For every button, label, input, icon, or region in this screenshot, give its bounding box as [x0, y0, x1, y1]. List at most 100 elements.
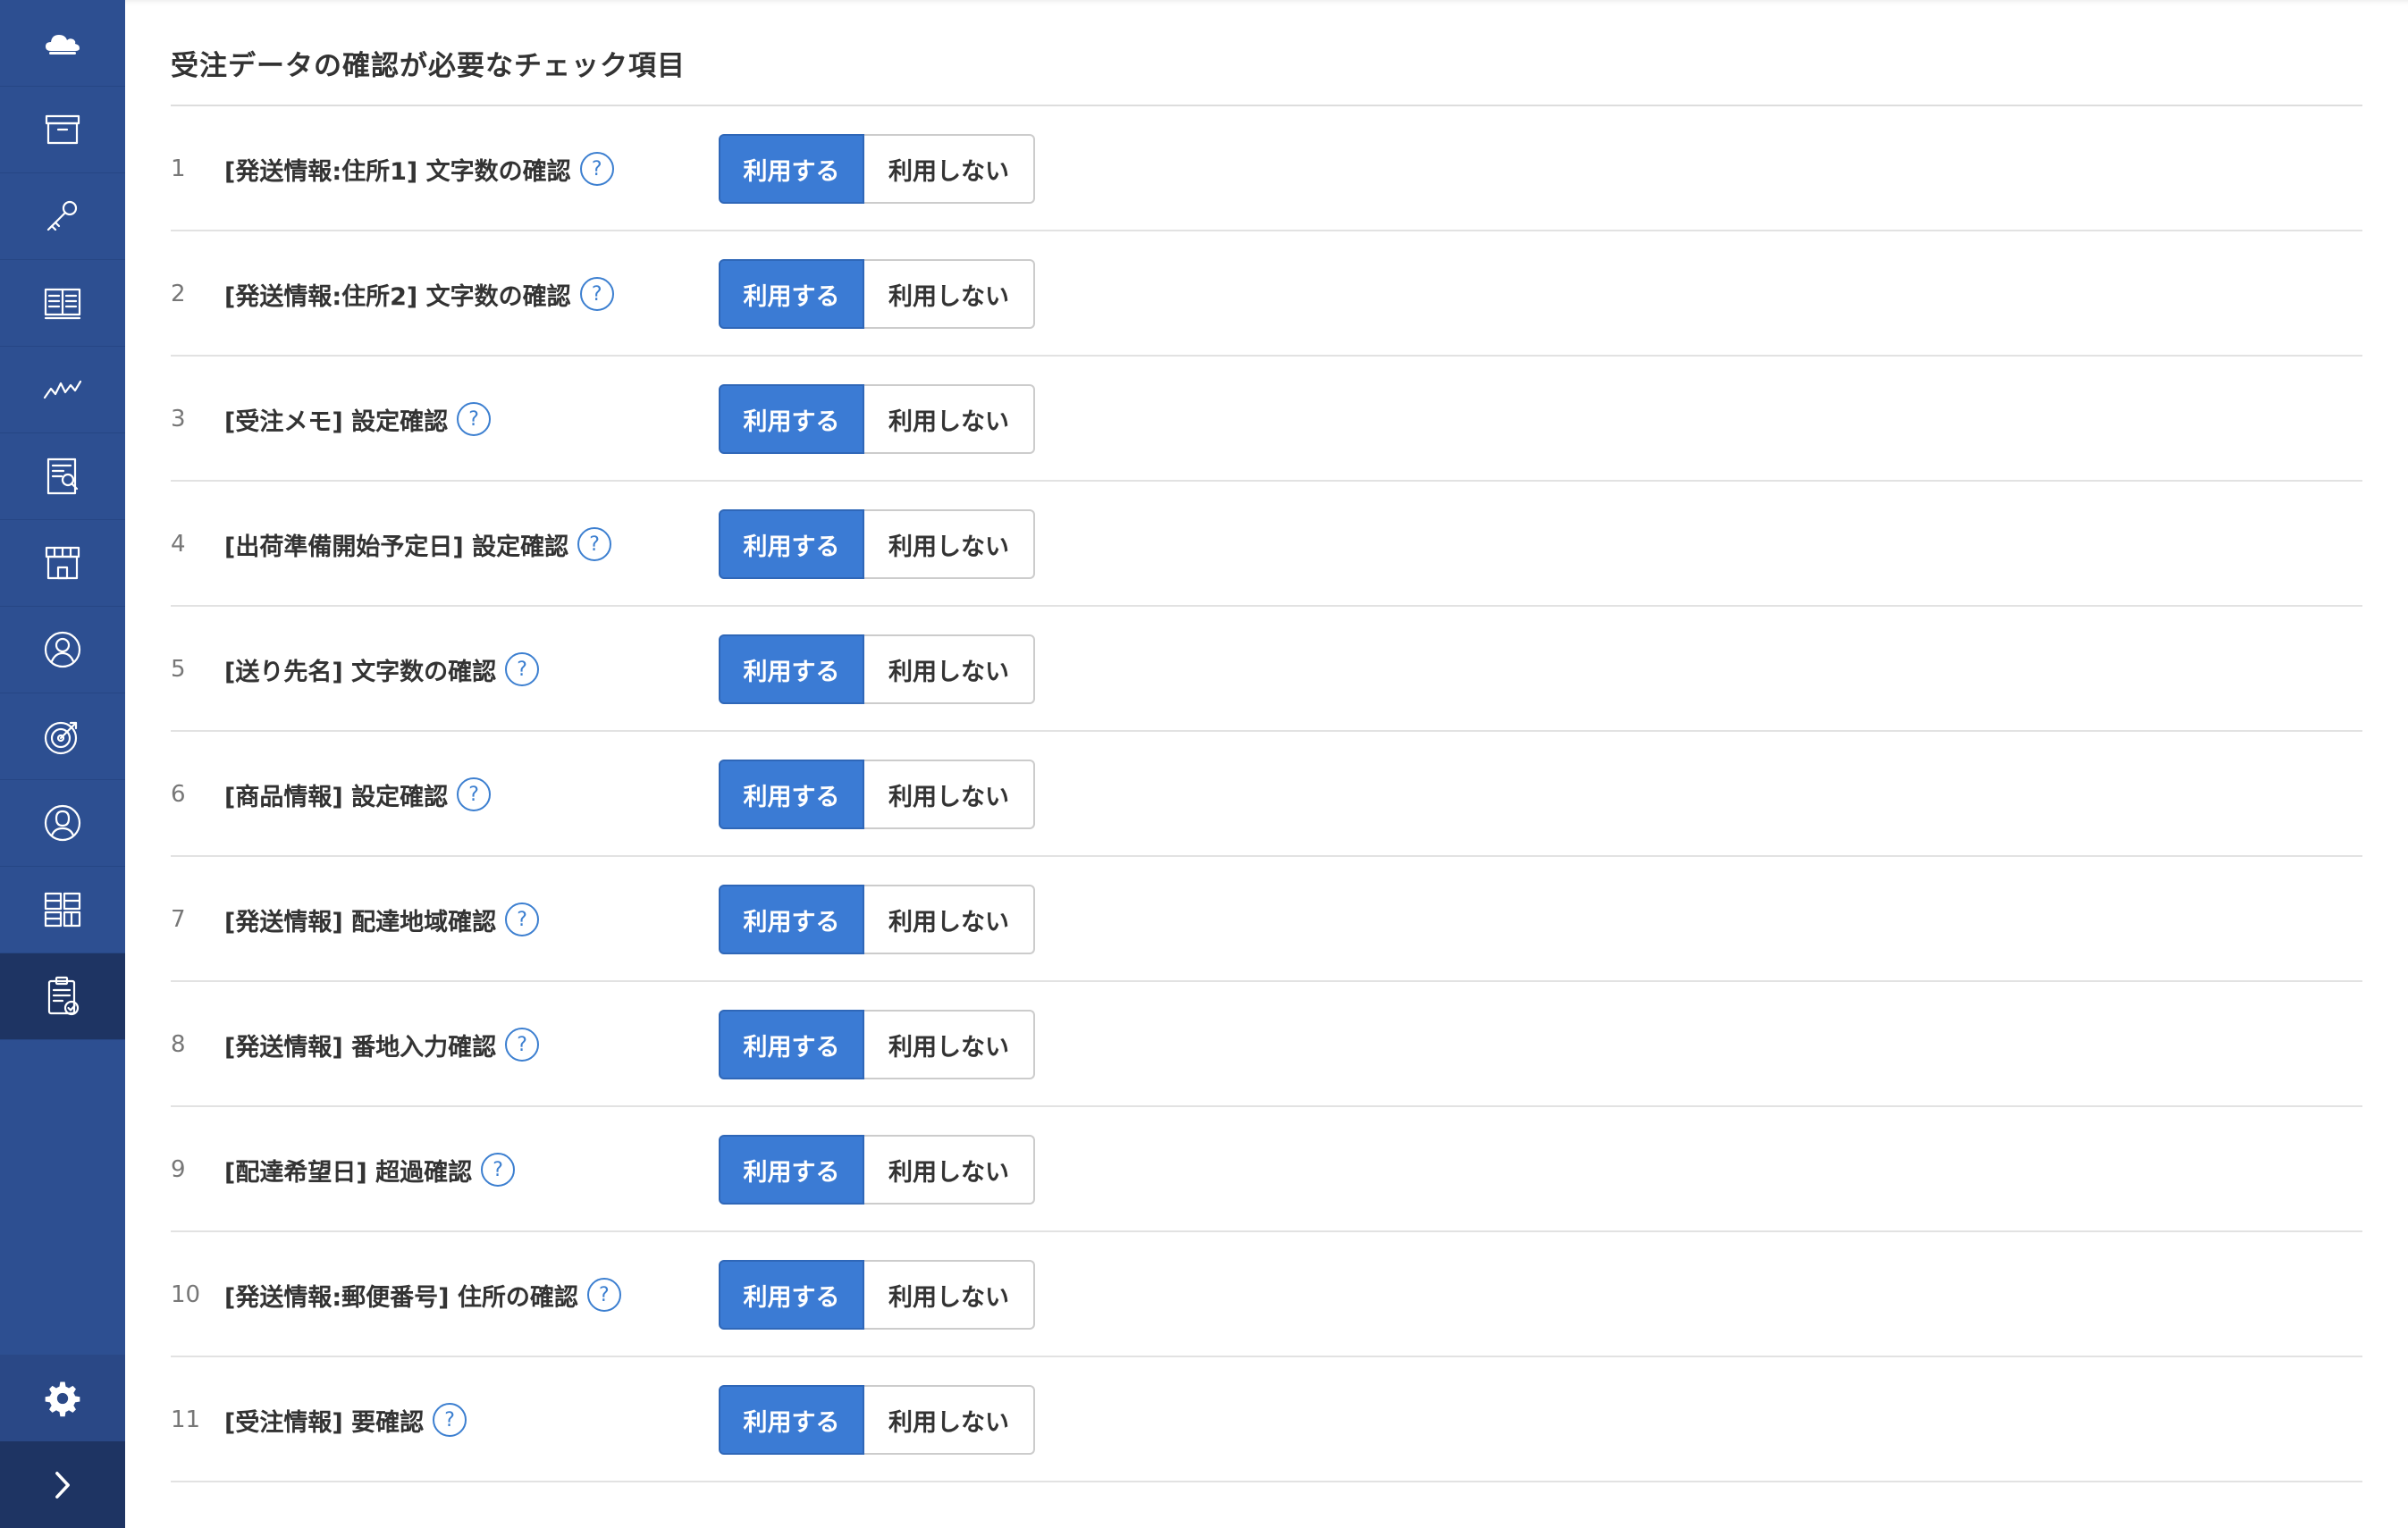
help-icon[interactable]: ?	[579, 277, 614, 311]
not-use-button[interactable]: 利用しない	[864, 1010, 1035, 1079]
sidebar-item-cloud[interactable]	[0, 0, 125, 87]
row-number: 8	[171, 1031, 186, 1058]
key-icon	[46, 200, 78, 231]
row-label-wrap: [送り先名] 文字数の確認?	[224, 607, 540, 732]
check-item-label: [出荷準備開始予定日] 設定確認	[224, 533, 569, 561]
check-item-row: 8 [発送情報] 番地入力確認? 利用する 利用しない	[171, 982, 2362, 1107]
use-button[interactable]: 利用する	[719, 134, 864, 204]
gear-icon	[45, 1381, 80, 1416]
use-button[interactable]: 利用する	[719, 509, 864, 579]
not-use-button[interactable]: 利用しない	[864, 634, 1035, 704]
not-use-button[interactable]: 利用しない	[864, 760, 1035, 829]
use-toggle: 利用する 利用しない	[719, 259, 1035, 329]
sidebar-item-archive[interactable]	[0, 87, 125, 173]
check-item-label: [発送情報:郵便番号] 住所の確認	[224, 1283, 578, 1312]
use-toggle: 利用する 利用しない	[719, 1135, 1035, 1205]
row-label-wrap: [発送情報:住所2] 文字数の確認?	[224, 231, 614, 357]
app-root: 受注データの確認が必要なチェック項目 1 [発送情報:住所1] 文字数の確認? 利用…	[0, 0, 2408, 1528]
use-toggle: 利用する 利用しない	[719, 1010, 1035, 1079]
grid-icon	[44, 892, 81, 928]
check-item-row: 9 [配達希望日] 超過確認? 利用する 利用しない	[171, 1107, 2362, 1232]
check-item-row: 10 [発送情報:郵便番号] 住所の確認? 利用する 利用しない	[171, 1232, 2362, 1357]
row-number: 4	[171, 531, 186, 558]
sidebar-item-order-check[interactable]	[0, 953, 125, 1040]
main-content: 受注データの確認が必要なチェック項目 1 [発送情報:住所1] 文字数の確認? 利用…	[125, 0, 2408, 1528]
check-item-row: 2 [発送情報:住所2] 文字数の確認? 利用する 利用しない	[171, 231, 2362, 357]
check-item-label: [受注情報] 要確認	[224, 1408, 425, 1437]
row-number: 11	[171, 1406, 201, 1433]
sidebar-item-analytics[interactable]	[0, 347, 125, 433]
use-button[interactable]: 利用する	[719, 259, 864, 329]
use-button[interactable]: 利用する	[719, 1385, 864, 1455]
use-button[interactable]: 利用する	[719, 760, 864, 829]
expand-sidebar-button[interactable]	[0, 1441, 125, 1528]
row-label-wrap: [発送情報] 番地入力確認?	[224, 982, 540, 1107]
help-icon[interactable]: ?	[586, 1278, 621, 1312]
page-title: 受注データの確認が必要なチェック項目	[171, 50, 686, 82]
check-item-label: [商品情報] 設定確認	[224, 783, 449, 811]
check-item-row: 11 [受注情報] 要確認? 利用する 利用しない	[171, 1357, 2362, 1482]
use-toggle: 利用する 利用しない	[719, 634, 1035, 704]
not-use-button[interactable]: 利用しない	[864, 1135, 1035, 1205]
use-button[interactable]: 利用する	[719, 885, 864, 954]
check-item-label: [配達希望日] 超過確認	[224, 1158, 473, 1187]
book-icon	[44, 288, 81, 320]
not-use-button[interactable]: 利用しない	[864, 509, 1035, 579]
row-label-wrap: [受注情報] 要確認?	[224, 1357, 467, 1482]
check-item-label: [発送情報:住所1] 文字数の確認	[224, 157, 571, 186]
row-label-wrap: [発送情報:住所1] 文字数の確認?	[224, 106, 614, 231]
help-icon[interactable]: ?	[505, 1028, 540, 1062]
row-number: 1	[171, 155, 186, 182]
use-toggle: 利用する 利用しない	[719, 1260, 1035, 1330]
use-button[interactable]: 利用する	[719, 1260, 864, 1330]
row-number: 10	[171, 1281, 201, 1308]
sidebar-item-person[interactable]	[0, 780, 125, 867]
sidebar-item-store[interactable]	[0, 520, 125, 607]
help-icon[interactable]: ?	[505, 903, 540, 936]
row-label-wrap: [商品情報] 設定確認?	[224, 732, 492, 857]
not-use-button[interactable]: 利用しない	[864, 134, 1035, 204]
row-number: 5	[171, 656, 186, 683]
sidebar-item-report[interactable]	[0, 433, 125, 520]
help-icon[interactable]: ?	[577, 527, 612, 561]
row-label-wrap: [出荷準備開始予定日] 設定確認?	[224, 482, 612, 607]
target-icon	[44, 721, 78, 755]
help-icon[interactable]: ?	[481, 1153, 516, 1187]
not-use-button[interactable]: 利用しない	[864, 384, 1035, 454]
not-use-button[interactable]: 利用しない	[864, 1260, 1035, 1330]
cloud-icon	[46, 35, 80, 55]
check-item-row: 6 [商品情報] 設定確認? 利用する 利用しない	[171, 732, 2362, 857]
clipboard-check-icon	[47, 976, 80, 1016]
use-button[interactable]: 利用する	[719, 634, 864, 704]
use-toggle: 利用する 利用しない	[719, 760, 1035, 829]
use-toggle: 利用する 利用しない	[719, 134, 1035, 204]
settings-button[interactable]	[0, 1355, 125, 1441]
help-icon[interactable]: ?	[457, 402, 492, 436]
archive-box-icon	[45, 114, 80, 145]
not-use-button[interactable]: 利用しない	[864, 259, 1035, 329]
sidebar-item-key[interactable]	[0, 173, 125, 260]
use-button[interactable]: 利用する	[719, 1135, 864, 1205]
sidebar-item-grid[interactable]	[0, 867, 125, 953]
row-number: 2	[171, 281, 186, 307]
help-icon[interactable]: ?	[457, 777, 492, 811]
sidebar-item-target[interactable]	[0, 693, 125, 780]
user-circle-icon	[44, 631, 81, 668]
not-use-button[interactable]: 利用しない	[864, 1385, 1035, 1455]
help-icon[interactable]: ?	[505, 652, 540, 686]
check-item-label: [発送情報] 番地入力確認	[224, 1033, 497, 1062]
sidebar-item-account[interactable]	[0, 607, 125, 693]
row-label-wrap: [配達希望日] 超過確認?	[224, 1107, 516, 1232]
check-item-row: 4 [出荷準備開始予定日] 設定確認? 利用する 利用しない	[171, 482, 2362, 607]
use-toggle: 利用する 利用しない	[719, 1385, 1035, 1455]
use-toggle: 利用する 利用しない	[719, 384, 1035, 454]
use-button[interactable]: 利用する	[719, 384, 864, 454]
check-item-label: [発送情報:住所2] 文字数の確認	[224, 282, 571, 311]
row-number: 9	[171, 1156, 186, 1183]
report-icon	[46, 458, 79, 495]
not-use-button[interactable]: 利用しない	[864, 885, 1035, 954]
sidebar-item-book[interactable]	[0, 260, 125, 347]
use-button[interactable]: 利用する	[719, 1010, 864, 1079]
help-icon[interactable]: ?	[433, 1403, 467, 1437]
help-icon[interactable]: ?	[579, 152, 614, 186]
